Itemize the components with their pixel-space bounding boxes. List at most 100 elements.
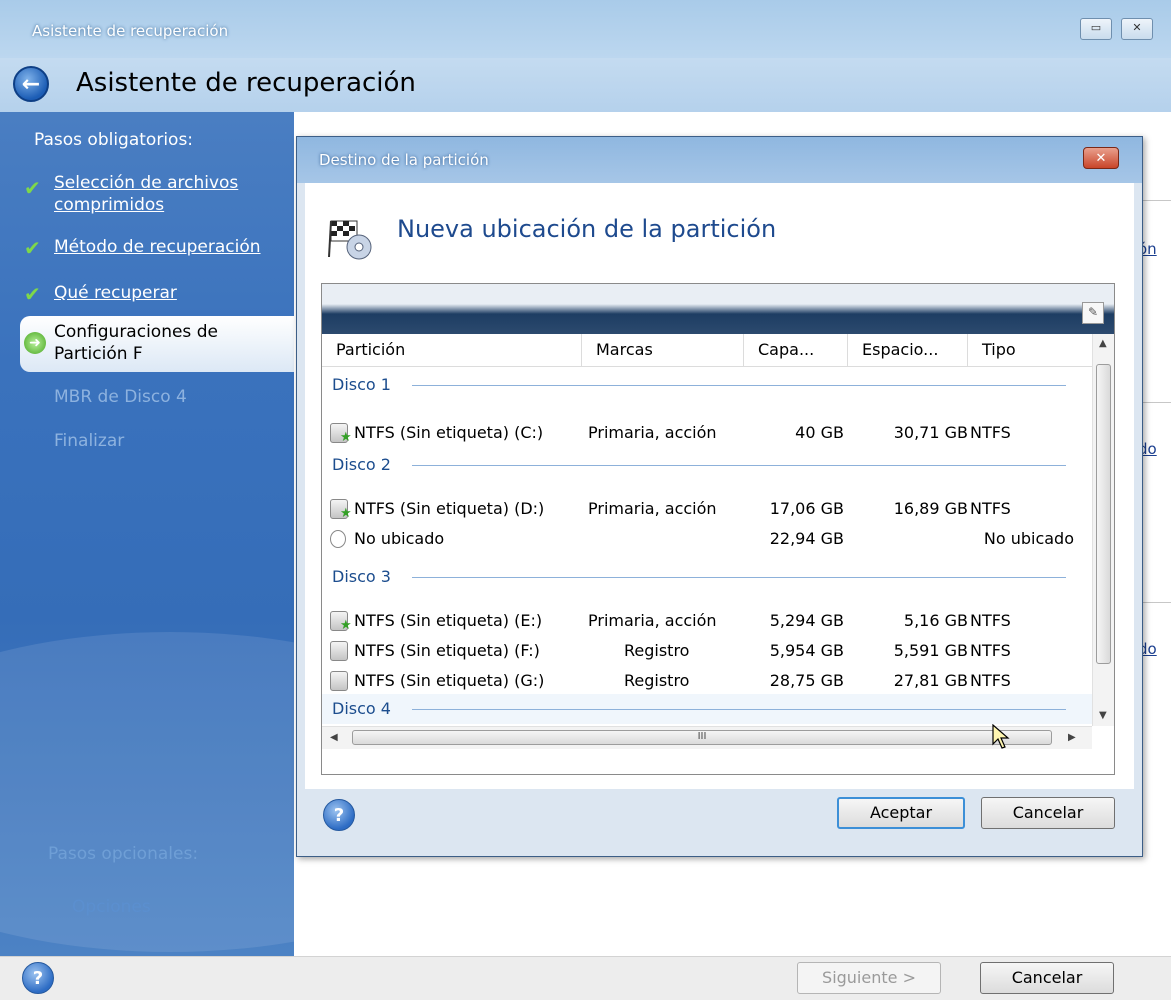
- disk-label: Disco 4: [332, 699, 391, 718]
- partition-name: NTFS (Sin etiqueta) (F:): [354, 641, 540, 660]
- partition-list[interactable]: ✎ Partición Marcas Capa... Espacio... Ti…: [321, 283, 1115, 775]
- wizard-header: ← Asistente de recuperación: [0, 58, 1171, 112]
- back-arrow-icon[interactable]: ←: [13, 66, 49, 102]
- disk-group-header[interactable]: Disco 4: [322, 694, 1092, 724]
- window-title: Asistente de recuperación: [32, 22, 229, 40]
- dialog-heading: Nueva ubicación de la partición: [397, 215, 777, 243]
- table-row[interactable]: NTFS (Sin etiqueta) (G:) Registro 28,75 …: [322, 666, 1092, 696]
- dialog-title: Destino de la partición: [319, 151, 489, 169]
- partition-capacity: 28,75 GB: [769, 671, 844, 690]
- step-recovery-method[interactable]: Método de recuperación: [54, 236, 261, 258]
- partition-name: NTFS (Sin etiqueta) (E:): [354, 611, 543, 630]
- step-partition-settings: Configuraciones de Partición F: [54, 322, 218, 364]
- partition-capacity: 22,94 GB: [769, 529, 844, 548]
- help-icon[interactable]: ?: [22, 962, 54, 994]
- disk-label: Disco 1: [332, 375, 391, 394]
- step-archive-selection[interactable]: Selección de archivos comprimidos: [54, 172, 264, 216]
- table-row[interactable]: ★ NTFS (Sin etiqueta) (D:) Primaria, acc…: [322, 494, 1092, 524]
- check-icon: ✔: [24, 176, 41, 200]
- page-title: Asistente de recuperación: [76, 68, 416, 98]
- help-icon[interactable]: ?: [323, 799, 355, 831]
- next-button[interactable]: Siguiente >: [797, 962, 941, 994]
- restore-icon[interactable]: ▭: [1080, 18, 1112, 40]
- close-icon[interactable]: ✕: [1083, 147, 1119, 169]
- step-options: Opciones: [72, 897, 151, 917]
- partition-free-space: 27,81 GB: [893, 671, 968, 690]
- table-row[interactable]: No ubicado 22,94 GB No ubicado: [322, 524, 1092, 554]
- partition-type: No ubicado: [983, 529, 1074, 548]
- cancel-button[interactable]: Cancelar: [980, 962, 1114, 994]
- column-header-type[interactable]: Tipo: [968, 334, 1092, 366]
- window-titlebar: Asistente de recuperación ▭ ✕: [0, 0, 1171, 58]
- partition-name: NTFS (Sin etiqueta) (G:): [354, 671, 545, 690]
- disk-group-header: Disco 2: [322, 450, 1092, 480]
- column-header-partition[interactable]: Partición: [322, 334, 582, 366]
- dialog-body: Nueva ubicación de la partición ✎ Partic…: [305, 183, 1134, 789]
- partition-name: NTFS (Sin etiqueta) (D:): [354, 499, 545, 518]
- table-row[interactable]: ★ NTFS (Sin etiqueta) (C:) Primaria, acc…: [322, 418, 1092, 448]
- partition-name: No ubicado: [354, 529, 445, 548]
- check-icon: ✔: [24, 236, 41, 260]
- partition-flags: Primaria, acción: [588, 611, 717, 630]
- dialog-titlebar: Destino de la partición ✕: [297, 137, 1142, 183]
- active-partition-icon: ★: [330, 611, 352, 632]
- wizard-sidebar: Pasos obligatorios: ✔ Selección de archi…: [0, 112, 294, 956]
- close-icon[interactable]: ✕: [1121, 18, 1153, 40]
- active-partition-icon: ★: [330, 423, 352, 444]
- step-finish: Finalizar: [54, 431, 125, 451]
- partition-flags: Primaria, acción: [588, 423, 717, 442]
- step-current[interactable]: ➜ Configuraciones de Partición F: [20, 316, 294, 372]
- column-header-capacity[interactable]: Capa...: [744, 334, 848, 366]
- step-what-to-recover[interactable]: Qué recuperar: [54, 282, 177, 304]
- scroll-left-icon[interactable]: ◀: [330, 732, 338, 743]
- table-row[interactable]: NTFS (Sin etiqueta) (F:) Registro 5,954 …: [322, 636, 1092, 666]
- partition-type: NTFS: [970, 641, 1011, 660]
- partition-destination-dialog: Destino de la partición ✕ Nueva ubicació…: [296, 136, 1143, 857]
- column-header-free-space[interactable]: Espacio...: [848, 334, 968, 366]
- step-mbr-disk4: MBR de Disco 4: [54, 387, 187, 407]
- horizontal-scrollbar[interactable]: ◀ III ▶: [322, 726, 1092, 749]
- partition-flags: Primaria, acción: [588, 499, 717, 518]
- partition-icon: [330, 671, 348, 691]
- partition-type: NTFS: [970, 671, 1011, 690]
- partition-type: NTFS: [970, 423, 1011, 442]
- scroll-thumb[interactable]: [1096, 364, 1111, 664]
- edit-columns-icon[interactable]: ✎: [1082, 302, 1104, 324]
- list-toolbar: ✎: [322, 284, 1114, 334]
- partition-free-space: 30,71 GB: [893, 423, 968, 442]
- partition-type: NTFS: [970, 611, 1011, 630]
- partition-free-space: 16,89 GB: [893, 499, 968, 518]
- scroll-thumb[interactable]: III: [352, 730, 1052, 745]
- partition-capacity: 5,294 GB: [769, 611, 844, 630]
- table-row[interactable]: ★ NTFS (Sin etiqueta) (E:) Primaria, acc…: [322, 606, 1092, 636]
- partition-capacity: 17,06 GB: [769, 499, 844, 518]
- list-header: Partición Marcas Capa... Espacio... Tipo: [322, 334, 1092, 367]
- disk-group-header: Disco 3: [322, 562, 1092, 592]
- column-header-flags[interactable]: Marcas: [582, 334, 744, 366]
- scroll-right-icon[interactable]: ▶: [1068, 732, 1076, 743]
- partition-free-space: 5,591 GB: [893, 641, 968, 660]
- vertical-scrollbar[interactable]: ▲ ▼: [1092, 334, 1114, 726]
- check-icon: ✔: [24, 282, 41, 306]
- scroll-down-icon[interactable]: ▼: [1099, 710, 1107, 721]
- disk-group-header: Disco 1: [322, 370, 1092, 400]
- partition-icon: [330, 641, 348, 661]
- partition-capacity: 40 GB: [795, 423, 844, 442]
- partition-type: NTFS: [970, 499, 1011, 518]
- disk-label: Disco 2: [332, 455, 391, 474]
- disk-label: Disco 3: [332, 567, 391, 586]
- partition-flags: Registro: [624, 641, 690, 660]
- partition-capacity: 5,954 GB: [769, 641, 844, 660]
- wizard-footer: ? Siguiente > Cancelar: [0, 956, 1171, 1000]
- partition-flags: Registro: [624, 671, 690, 690]
- ok-button[interactable]: Aceptar: [837, 797, 965, 829]
- cancel-button[interactable]: Cancelar: [981, 797, 1115, 829]
- scroll-up-icon[interactable]: ▲: [1099, 338, 1107, 349]
- checkered-flag-disk-icon: [328, 220, 372, 260]
- unallocated-icon: [330, 530, 346, 548]
- mouse-pointer-icon: [992, 724, 1010, 749]
- partition-free-space: 5,16 GB: [903, 611, 968, 630]
- partition-name: NTFS (Sin etiqueta) (C:): [354, 423, 544, 442]
- arrow-right-icon: ➜: [24, 332, 46, 354]
- active-partition-icon: ★: [330, 499, 352, 520]
